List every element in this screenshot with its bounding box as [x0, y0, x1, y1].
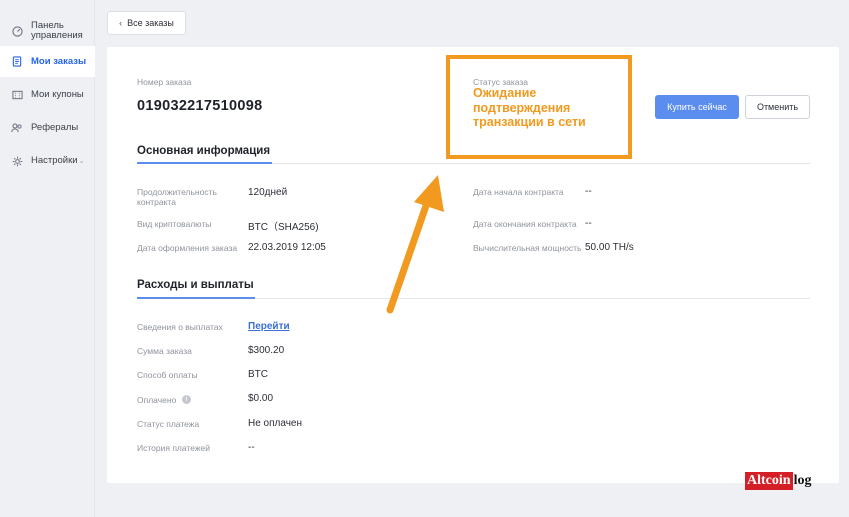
altcoinlog-logo: Altcoin log	[745, 472, 811, 490]
chevron-left-icon: ‹	[119, 18, 123, 28]
crypto-type-value: BTC（SHA256)	[248, 222, 319, 233]
sidebar-item-settings[interactable]: Настройки ⌄	[0, 152, 95, 170]
sidebar-item-label: Панель управления	[31, 20, 83, 41]
sidebar-item-my-orders[interactable]: Мои заказы	[0, 46, 95, 77]
logo-part-2: log	[793, 473, 812, 488]
annotation-arrow-icon	[386, 175, 444, 314]
contract-end-value: --	[585, 218, 592, 229]
back-button-label: Все заказы	[127, 18, 174, 28]
sidebar-item-referrals[interactable]: Рефералы	[0, 119, 95, 137]
contract-duration-label: Продолжительность контракта	[137, 187, 217, 207]
contract-end-label: Дата окончания контракта	[473, 219, 577, 229]
buy-now-button[interactable]: Купить сейчас	[655, 95, 739, 119]
main-info-underline	[137, 162, 272, 164]
payment-method-value: BTC	[248, 369, 268, 380]
sidebar-item-label: Мои заказы	[31, 55, 87, 67]
order-sum-value: $300.20	[248, 345, 285, 356]
cancel-button[interactable]: Отменить	[745, 95, 810, 119]
hashrate-value: 50.00 TH/s	[585, 242, 634, 253]
payout-info-label: Сведения о выплатах	[137, 322, 223, 332]
payment-method-label: Способ оплаты	[137, 370, 198, 380]
logo-part-1: Altcoin	[745, 472, 793, 490]
order-sum-label: Сумма заказа	[137, 346, 192, 356]
order-date-label: Дата оформления заказа	[137, 243, 238, 253]
hashrate-label: Вычислительная мощность	[473, 243, 582, 253]
all-orders-back-button[interactable]: ‹ Все заказы	[107, 11, 186, 35]
coupon-icon	[11, 89, 23, 101]
payments-title: Расходы и выплаты	[137, 279, 254, 291]
payment-status-value: Не оплачен	[248, 418, 303, 429]
chevron-down-icon: ⌄	[78, 158, 85, 165]
gear-icon	[11, 155, 23, 167]
payment-history-label: История платежей	[137, 443, 211, 453]
document-icon	[11, 56, 23, 68]
crypto-type-label: Вид криптовалюты	[137, 219, 212, 229]
payments-underline	[137, 297, 255, 299]
payout-info-link[interactable]: Перейти	[248, 321, 290, 332]
paid-label: Оплачено	[137, 395, 177, 405]
main-info-title: Основная информация	[137, 145, 271, 157]
payment-status-label: Статус платежа	[137, 419, 200, 429]
dashboard-icon	[11, 25, 23, 37]
users-icon	[11, 122, 23, 134]
sidebar-item-my-coupons[interactable]: Мои купоны	[0, 86, 95, 104]
info-icon[interactable]: i	[182, 395, 191, 404]
sidebar-item-dashboard[interactable]: Панель управления	[0, 14, 95, 48]
order-number: 019032217510098	[137, 98, 263, 114]
order-number-label: Номер заказа	[137, 77, 192, 87]
sidebar-item-label: Рефералы	[31, 122, 79, 133]
sidebar: Панель управления Мои заказы Мои купоны …	[0, 0, 95, 517]
contract-start-value: --	[585, 186, 592, 197]
sidebar-item-label: Мои купоны	[31, 89, 84, 100]
contract-start-label: Дата начала контракта	[473, 187, 564, 197]
status-highlight-box	[446, 55, 632, 159]
contract-duration-value: 120дней	[248, 187, 288, 198]
order-date-value: 22.03.2019 12:05	[248, 242, 326, 253]
paid-value: $0.00	[248, 393, 274, 404]
sidebar-item-label: Настройки	[31, 155, 78, 166]
payment-history-value: --	[248, 442, 255, 453]
